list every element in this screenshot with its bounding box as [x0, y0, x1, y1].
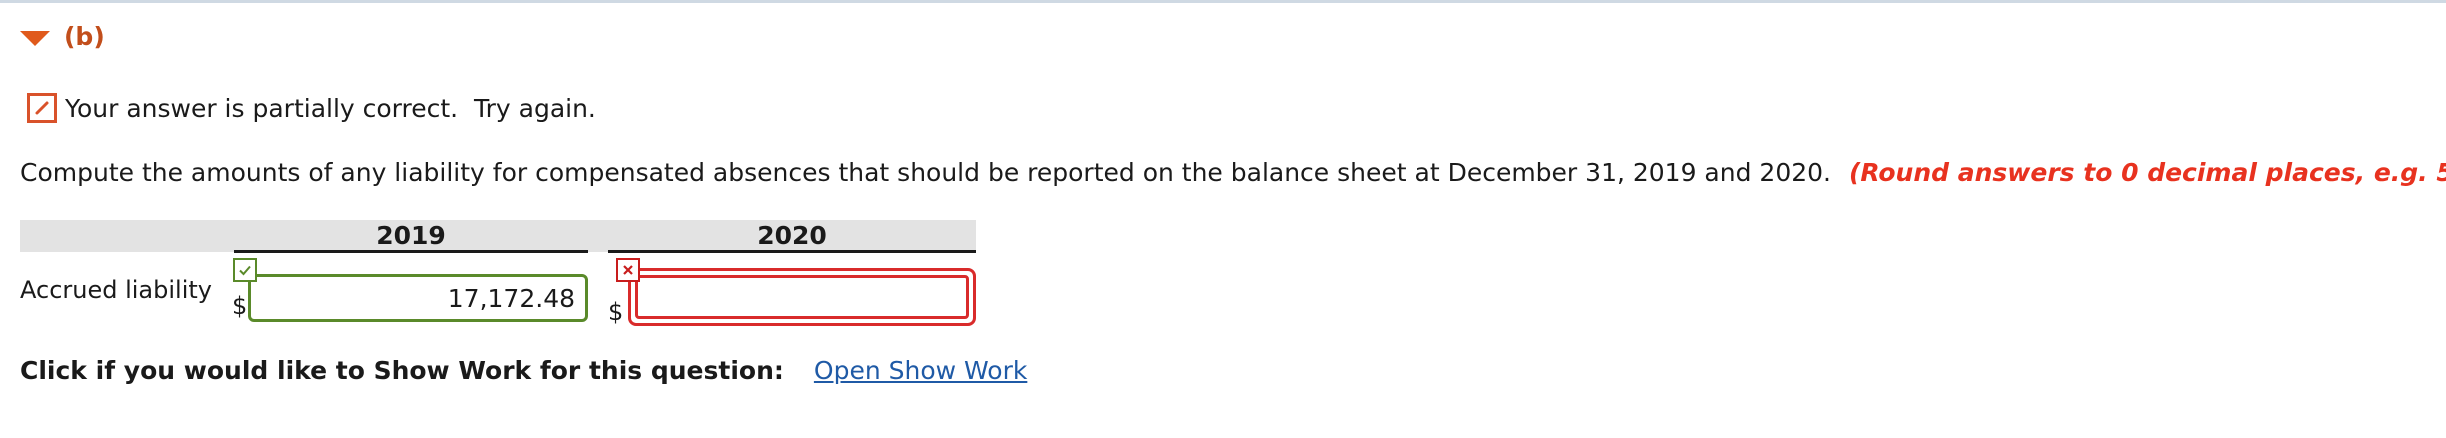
accrued-liability-2019-input[interactable]	[248, 274, 588, 322]
part-label: (b)	[64, 22, 105, 51]
currency-symbol-2020: $	[608, 298, 624, 326]
feedback-text: Your answer is partially correct. Try ag…	[65, 93, 596, 123]
column-header-2019: 2019	[234, 220, 588, 253]
pencil-icon	[27, 93, 57, 123]
column-header-2020: 2020	[608, 220, 976, 253]
row-label-accrued-liability: Accrued liability	[20, 276, 212, 304]
feedback-banner: Your answer is partially correct. Try ag…	[27, 93, 596, 123]
open-show-work-link[interactable]: Open Show Work	[814, 356, 1027, 385]
currency-symbol-2019: $	[232, 292, 248, 320]
show-work-label: Click if you would like to Show Work for…	[20, 356, 784, 385]
check-icon	[233, 258, 257, 282]
part-header[interactable]: (b)	[20, 22, 105, 51]
caret-down-icon[interactable]	[20, 31, 50, 46]
rounding-hint: (Round answers to 0 decimal places, e.g.…	[1848, 158, 2446, 187]
x-icon	[616, 258, 640, 282]
accrued-liability-2020-frame	[628, 268, 976, 326]
top-divider	[0, 0, 2446, 3]
question-prompt: Compute the amounts of any liability for…	[20, 158, 2446, 187]
accrued-liability-2020-input[interactable]	[635, 275, 969, 319]
show-work-row: Click if you would like to Show Work for…	[20, 356, 1027, 385]
question-text: Compute the amounts of any liability for…	[20, 158, 1831, 187]
